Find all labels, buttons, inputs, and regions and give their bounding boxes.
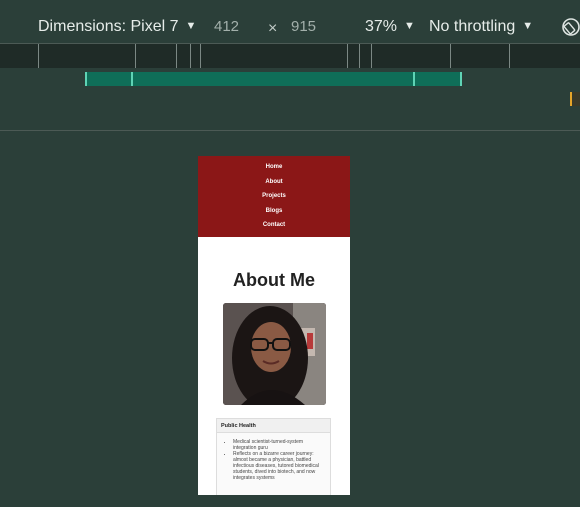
site-nav: Home About Projects Blogs Contact [198, 156, 350, 237]
zoom-dropdown[interactable]: 37% ▼ [365, 18, 415, 37]
ruler-tick [371, 44, 372, 68]
marker-shadow [572, 92, 580, 106]
throttling-dropdown[interactable]: No throttling ▼ [429, 18, 533, 37]
dimensions-label: Dimensions: Pixel 7 [38, 18, 179, 35]
rotate-icon[interactable] [560, 16, 580, 38]
ruler-tick [135, 44, 136, 68]
card-heading: Public Health [217, 419, 330, 433]
card-list: Medical scientist-turned-system integrat… [217, 433, 330, 481]
times-icon: × [268, 20, 278, 37]
caret-down-icon: ▼ [522, 20, 534, 32]
zoom-label: 37% [365, 18, 398, 35]
device-toolbar: Dimensions: Pixel 7 ▼ 412 × 915 37% ▼ No t… [0, 0, 580, 44]
media-query-edge [131, 72, 133, 86]
profile-photo [223, 303, 326, 405]
ruler-tick [347, 44, 348, 68]
media-query-edge [413, 72, 415, 86]
throttling-label: No throttling [429, 18, 516, 35]
caret-down-icon: ▼ [185, 20, 197, 32]
page-title: About Me [233, 270, 315, 290]
dimensions-dropdown[interactable]: Dimensions: Pixel 7 ▼ [38, 18, 196, 37]
nav-link-home[interactable]: Home [198, 164, 350, 170]
list-item: Reflects on a bizarre career journey: al… [233, 451, 326, 481]
nav-link-projects[interactable]: Projects [198, 193, 350, 199]
caret-down-icon: ▼ [404, 20, 415, 32]
ruler-tick [359, 44, 360, 68]
media-query-edge [460, 72, 462, 86]
media-query-bar[interactable] [85, 72, 462, 86]
media-query-ruler [0, 44, 580, 68]
ruler-tick [450, 44, 451, 68]
height-input[interactable]: 915 [291, 18, 316, 36]
ruler-tick [176, 44, 177, 68]
width-input[interactable]: 412 [214, 18, 239, 36]
toolbar-divider [0, 130, 580, 131]
public-health-card: Public Health Medical scientist-turned-s… [216, 418, 331, 495]
nav-link-contact[interactable]: Contact [198, 222, 350, 228]
ruler-tick [200, 44, 201, 68]
device-viewport: Home About Projects Blogs Contact About … [198, 156, 350, 495]
profile-photo-illustration [223, 303, 326, 405]
list-item: Medical scientist-turned-system integrat… [233, 439, 326, 451]
nav-link-blogs[interactable]: Blogs [198, 208, 350, 214]
media-query-edge [85, 72, 87, 86]
ruler-tick [190, 44, 191, 68]
ruler-tick [509, 44, 510, 68]
nav-link-about[interactable]: About [198, 179, 350, 185]
ruler-tick [38, 44, 39, 68]
